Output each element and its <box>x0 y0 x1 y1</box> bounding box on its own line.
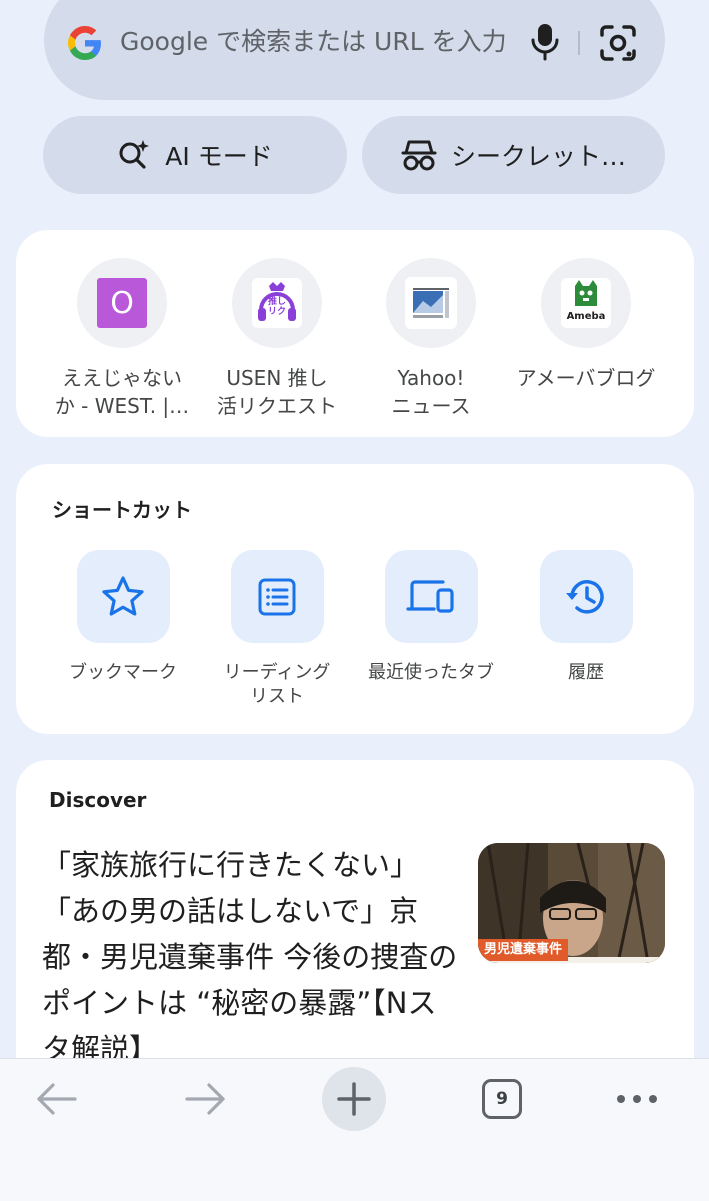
microphone-icon[interactable] <box>528 22 562 62</box>
site-label: アメーバブログ <box>516 366 656 390</box>
most-visited-tile[interactable]: Yahoo! ニュース <box>356 258 506 420</box>
tile-letter: O <box>110 285 134 321</box>
google-g-icon <box>68 26 101 60</box>
forward-arrow-icon <box>185 1083 225 1115</box>
reading-list-icon <box>258 578 296 615</box>
ai-mode-button[interactable]: AI モード <box>43 116 347 194</box>
letter-o-tile-icon: O <box>97 278 147 328</box>
article-thumbnail[interactable]: 男児遺棄事件 <box>478 843 665 963</box>
more-dots-icon <box>617 1095 657 1103</box>
ameba-logo-icon: Ameba <box>561 278 611 328</box>
google-lens-icon[interactable] <box>598 23 638 63</box>
search-divider <box>578 31 580 55</box>
site-label: Yahoo! ニュース <box>391 366 471 418</box>
shortcut-icon-container <box>384 550 478 643</box>
site-label: ええじゃない か - WEST. |… <box>54 366 190 418</box>
site-icon-container <box>386 258 476 348</box>
shortcut-reading-list[interactable]: リーディング リスト <box>197 550 357 709</box>
shortcut-label: 最近使ったタブ <box>368 662 494 683</box>
site-label: USEN 推し 活リクエスト <box>217 366 337 418</box>
shortcut-label: リーディング リスト <box>223 662 331 707</box>
yahoo-news-logo-icon <box>405 277 457 329</box>
shortcut-icon-container <box>76 550 170 643</box>
most-visited-tile[interactable]: 推し リク USEN 推し 活リクエスト <box>202 258 352 420</box>
shortcut-icon-container <box>230 550 324 643</box>
shortcut-bookmarks[interactable]: ブックマーク <box>43 550 203 685</box>
discover-title: Discover <box>49 788 147 812</box>
more-menu-button[interactable] <box>612 1082 662 1116</box>
search-placeholder[interactable]: Google で検索または URL を入力 <box>120 24 507 60</box>
tab-count-icon: 9 <box>482 1079 522 1119</box>
forward-button[interactable] <box>180 1078 230 1120</box>
most-visited-tile[interactable]: Ameba アメーバブログ <box>511 258 661 392</box>
new-tab-button[interactable] <box>322 1067 386 1131</box>
usen-oshikatsu-logo-icon: 推し リク <box>252 278 302 328</box>
back-button[interactable] <box>32 1078 82 1120</box>
ai-mode-label: AI モード <box>165 142 273 171</box>
shortcut-recent-tabs[interactable]: 最近使ったタブ <box>351 550 511 685</box>
ai-search-sparkle-icon <box>119 140 150 169</box>
tile-text: Ameba <box>566 311 606 322</box>
tab-switcher-button[interactable]: 9 <box>478 1077 526 1121</box>
back-arrow-icon <box>37 1083 77 1115</box>
most-visited-tile[interactable]: O ええじゃない か - WEST. |… <box>47 258 197 420</box>
incognito-label: シークレット… <box>450 142 626 171</box>
history-icon <box>566 579 604 613</box>
tab-count: 9 <box>496 1089 508 1109</box>
tile-text: 推し リク <box>267 297 286 317</box>
site-icon-container: 推し リク <box>232 258 322 348</box>
shortcuts-title: ショートカット <box>52 498 192 522</box>
article-headline[interactable]: 「家族旅行に行きたくない」「あの男の話はしないで」京都・男児遺棄事件 今後の捜査… <box>42 842 462 1072</box>
plus-icon <box>337 1082 371 1116</box>
star-icon <box>102 575 144 616</box>
shortcut-label: ブックマーク <box>69 662 177 683</box>
thumbnail-badge: 男児遺棄事件 <box>478 939 569 961</box>
site-icon-container: O <box>77 258 167 348</box>
shortcut-label: 履歴 <box>568 662 604 683</box>
incognito-button[interactable]: シークレット… <box>362 116 665 194</box>
shortcut-icon-container <box>539 550 633 643</box>
shortcut-history[interactable]: 履歴 <box>506 550 666 685</box>
site-icon-container: Ameba <box>541 258 631 348</box>
incognito-icon <box>401 140 437 171</box>
recent-tabs-icon <box>406 579 454 613</box>
